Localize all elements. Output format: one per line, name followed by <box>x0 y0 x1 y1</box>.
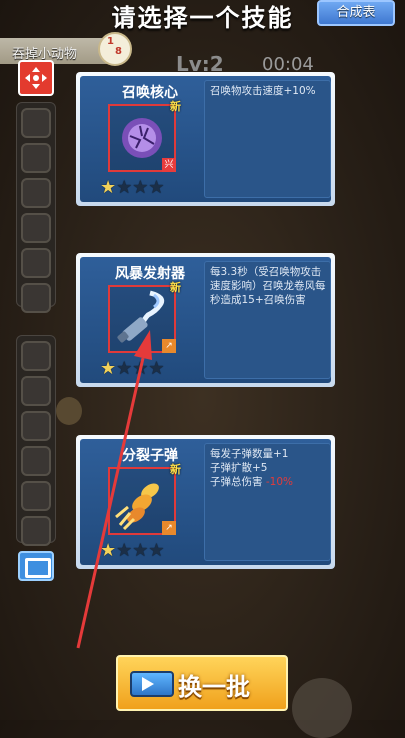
star-rating: ★★★★ <box>100 358 165 379</box>
skill-description: 每发子弹数量+1 子弹扩散+5 子弹总伤害 -10% <box>210 447 330 489</box>
quest-counter: 1 8 <box>98 32 132 66</box>
skill-description: 召唤物攻击速度+10% <box>210 85 316 97</box>
skill-card-3[interactable]: 分裂子弹 ↗ 新 ★★★★ 每发子弹数量+1 子弹扩散+5 子弹总伤害 -10% <box>76 435 335 569</box>
skill-slot[interactable] <box>21 341 51 371</box>
upgrade-tag-icon: ↗ <box>162 339 176 353</box>
star-icon: ★ <box>132 177 149 198</box>
skill-slot[interactable] <box>21 411 51 441</box>
skill-name: 风暴发射器 <box>115 266 185 282</box>
skill-slot[interactable] <box>21 178 51 208</box>
star-icon: ★ <box>148 358 165 379</box>
card-panel: 召唤核心 兴 新 ★★★★ 召唤物攻击速度+10% <box>80 76 331 202</box>
skill-slots-bottom <box>16 335 56 546</box>
new-badge: 新 <box>170 100 181 113</box>
star-rating: ★★★★ <box>100 177 165 198</box>
star-icon: ★ <box>148 540 165 561</box>
purple-orb-icon: 兴 <box>108 104 176 172</box>
skill-card-2[interactable]: 风暴发射器 ↗ 新 ★★★★ 每3.3秒（受召唤物攻击速度影响）召唤龙卷风每秒造… <box>76 253 335 387</box>
video-ad-icon <box>130 671 174 697</box>
desc-line: 每发子弹数量+1 <box>210 448 289 460</box>
flaming-bullet-icon: ↗ <box>108 467 176 535</box>
skill-slot[interactable] <box>21 143 51 173</box>
swap-button[interactable] <box>18 551 54 581</box>
star-icon: ★ <box>132 540 149 561</box>
star-icon: ★ <box>116 177 133 198</box>
card-panel: 风暴发射器 ↗ 新 ★★★★ 每3.3秒（受召唤物攻击速度影响）召唤龙卷风每秒造… <box>80 257 331 383</box>
skill-slot[interactable] <box>21 516 51 546</box>
skill-slot[interactable] <box>21 283 51 313</box>
new-badge: 新 <box>170 281 181 294</box>
dpad-icon <box>25 67 47 89</box>
star-icon: ★ <box>116 358 133 379</box>
background-stone <box>292 678 352 738</box>
skill-name: 召唤核心 <box>122 85 178 101</box>
skill-slot[interactable] <box>21 376 51 406</box>
star-icon: ★ <box>116 540 133 561</box>
swap-icon <box>25 558 51 578</box>
skill-slot[interactable] <box>21 481 51 511</box>
star-icon: ★ <box>100 177 117 198</box>
card-panel: 分裂子弹 ↗ 新 ★★★★ 每发子弹数量+1 子弹扩散+5 子弹总伤害 -10% <box>80 439 331 565</box>
star-icon: ★ <box>100 358 117 379</box>
new-badge: 新 <box>170 463 181 476</box>
skill-card-1[interactable]: 召唤核心 兴 新 ★★★★ 召唤物攻击速度+10% <box>76 72 335 206</box>
skill-slot[interactable] <box>21 213 51 243</box>
refresh-button[interactable]: 换一批 <box>116 655 288 711</box>
desc-line-3: 子弹总伤害 -10% <box>210 475 330 489</box>
skill-description: 每3.3秒（受召唤物攻击速度影响）召唤龙卷风每秒造成15+召唤伤害 <box>210 266 326 306</box>
quest-count-bottom: 8 <box>115 46 122 57</box>
skill-slots-top <box>16 102 56 313</box>
skill-slot[interactable] <box>21 446 51 476</box>
star-icon: ★ <box>132 358 149 379</box>
upgrade-tag-icon: ↗ <box>162 521 176 535</box>
background-coin <box>56 397 82 425</box>
page-title: 请选择一个技能 <box>111 4 294 32</box>
desc-line: 子弹扩散+5 <box>210 462 268 474</box>
desc-line: 子弹总伤害 <box>210 476 263 488</box>
star-rating: ★★★★ <box>100 540 165 561</box>
refresh-label: 换一批 <box>178 673 250 701</box>
tornado-launcher-icon: ↗ <box>108 285 176 353</box>
skill-slot[interactable] <box>21 248 51 278</box>
quest-count-top: 1 <box>107 36 114 47</box>
damage-penalty: -10% <box>265 476 293 488</box>
combine-table-button[interactable]: 合成表 <box>317 0 395 26</box>
star-icon: ★ <box>100 540 117 561</box>
skill-name: 分裂子弹 <box>122 448 178 464</box>
dpad-button[interactable] <box>18 60 54 96</box>
skill-tag: 兴 <box>162 158 176 172</box>
star-icon: ★ <box>148 177 165 198</box>
skill-slot[interactable] <box>21 108 51 138</box>
